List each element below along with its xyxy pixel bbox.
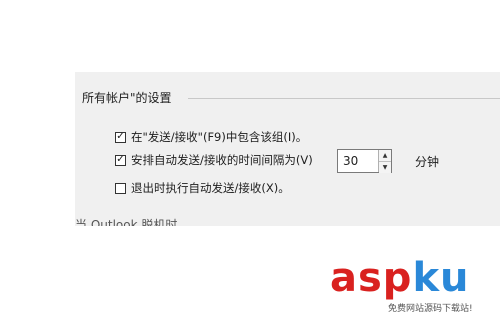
- schedule-auto-checkbox[interactable]: ✓: [115, 154, 126, 166]
- exit-auto-label: 退出时执行自动发送/接收(X)。: [131, 181, 290, 195]
- watermark-logo: aspku: [330, 255, 470, 301]
- spin-up-button[interactable]: ▲: [379, 150, 391, 161]
- interval-input[interactable]: 30: [338, 150, 378, 172]
- schedule-auto-label: 安排自动发送/接收的时间间隔为(V): [131, 153, 313, 167]
- interval-spinner[interactable]: 30 ▲ ▼: [337, 149, 392, 173]
- watermark-tagline: 免费网站源码下载站!: [388, 304, 473, 314]
- spin-down-button[interactable]: ▼: [379, 161, 391, 173]
- group-divider: [188, 98, 500, 99]
- exit-auto-checkbox[interactable]: [115, 182, 126, 194]
- spinner-buttons: ▲ ▼: [378, 150, 391, 173]
- option-schedule-auto[interactable]: ✓ 安排自动发送/接收的时间间隔为(V): [115, 151, 313, 169]
- interval-unit: 分钟: [415, 155, 440, 169]
- watermark-brand-a: asp: [330, 255, 413, 301]
- option-exit-auto[interactable]: 退出时执行自动发送/接收(X)。: [115, 179, 290, 197]
- send-receive-settings-dialog: 所有帐户"的设置 ✓ 在"发送/接收"(F9)中包含该组(I)。 ✓ 安排自动发…: [75, 72, 500, 226]
- include-group-label: 在"发送/接收"(F9)中包含该组(I)。: [131, 130, 308, 144]
- watermark-brand-b: ku: [412, 255, 470, 301]
- aspku-watermark: aspku 免费网站源码下载站!: [330, 255, 500, 318]
- include-group-checkbox[interactable]: ✓: [115, 131, 126, 143]
- offline-section-title: 当 Outlook 脱机时: [75, 218, 178, 226]
- option-include-group[interactable]: ✓ 在"发送/接收"(F9)中包含该组(I)。: [115, 128, 307, 146]
- group-title: 所有帐户"的设置: [82, 91, 172, 105]
